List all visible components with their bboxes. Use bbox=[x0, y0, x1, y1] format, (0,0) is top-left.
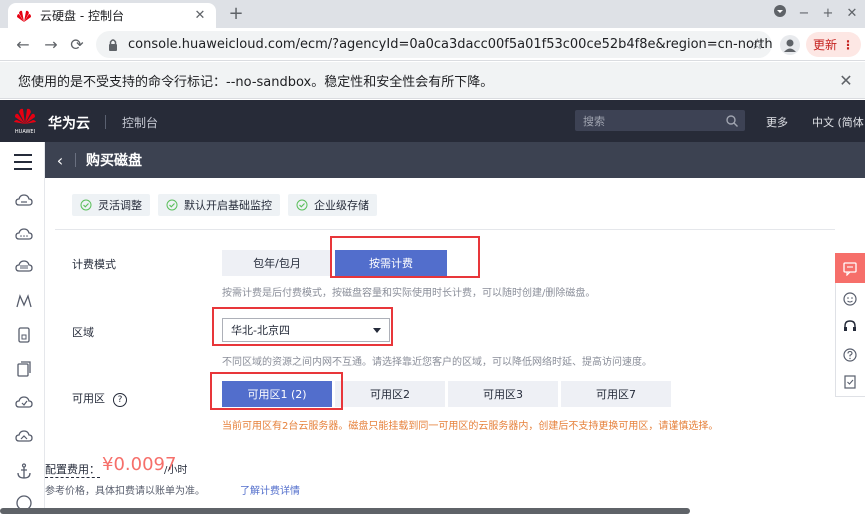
address-bar[interactable]: console.huaweicloud.com/ecm/?agencyId=0a… bbox=[96, 31, 772, 58]
service-sidebar bbox=[0, 142, 45, 514]
close-window-icon[interactable]: ✕ bbox=[842, 4, 862, 24]
huawei-logo-icon bbox=[17, 10, 31, 22]
infobar-message: 您使用的是不受支持的命令行标记：--no-sandbox。稳定性和安全性会有所下… bbox=[18, 74, 494, 90]
title-divider bbox=[75, 153, 76, 167]
cloud-security-icon[interactable] bbox=[15, 394, 33, 412]
feature-tags: 灵活调整 默认开启基础监控 企业级存储 bbox=[72, 194, 377, 216]
header-search-input[interactable]: 搜索 bbox=[575, 110, 745, 131]
edit-note-icon[interactable] bbox=[842, 374, 858, 390]
cloud-storage-icon[interactable] bbox=[15, 226, 33, 244]
infobar-close-icon[interactable]: ✕ bbox=[837, 72, 855, 90]
chat-icon[interactable] bbox=[842, 260, 858, 276]
more-menu[interactable]: 更多 bbox=[766, 114, 788, 130]
browser-toolbar: ← → ⟳ console.huaweicloud.com/ecm/?agenc… bbox=[0, 28, 865, 61]
billing-mode-label: 计费模式 bbox=[72, 258, 116, 271]
anchor-icon[interactable] bbox=[15, 462, 33, 480]
brand-name[interactable]: 华为云 bbox=[48, 113, 90, 133]
billing-option-yearly[interactable]: 包年/包月 bbox=[222, 250, 332, 276]
update-label: 更新 bbox=[812, 38, 837, 52]
huawei-brand-logo[interactable]: HUAWEI bbox=[12, 106, 38, 136]
feature-label: 默认开启基础监控 bbox=[184, 199, 272, 212]
check-circle-icon bbox=[80, 199, 92, 211]
headset-icon[interactable] bbox=[842, 319, 858, 335]
check-circle-icon bbox=[166, 199, 178, 211]
tab-title: 云硬盘 - 控制台 bbox=[40, 9, 124, 23]
lock-icon bbox=[109, 38, 117, 51]
help-icon[interactable]: ? bbox=[113, 393, 127, 407]
browser-tab[interactable]: 云硬盘 - 控制台 ✕ bbox=[8, 3, 216, 28]
forward-arrow-icon[interactable]: → bbox=[40, 34, 62, 56]
back-arrow-icon[interactable]: ← bbox=[12, 34, 34, 56]
feature-tag: 默认开启基础监控 bbox=[158, 194, 280, 216]
highlight-box-region bbox=[212, 307, 393, 346]
feature-label: 企业级存储 bbox=[314, 199, 369, 212]
smiley-icon[interactable] bbox=[842, 291, 858, 307]
account-avatar-icon[interactable] bbox=[780, 35, 800, 55]
region-hint: 不同区域的资源之间内网不互通。请选择靠近您客户的区域，可以降低网络时延、提高访问… bbox=[222, 357, 652, 368]
warning-infobar: 您使用的是不受支持的命令行标记：--no-sandbox。稳定性和安全性会有所下… bbox=[0, 62, 865, 99]
az-option-2[interactable]: 可用区2 bbox=[335, 381, 445, 407]
maximize-icon[interactable]: + bbox=[818, 4, 838, 24]
more-vertical-icon: ⋮ bbox=[842, 37, 854, 52]
analytics-icon[interactable] bbox=[15, 292, 33, 310]
region-label: 区域 bbox=[72, 326, 94, 339]
search-placeholder: 搜索 bbox=[583, 114, 605, 128]
feature-tag: 灵活调整 bbox=[72, 194, 150, 216]
console-link[interactable]: 控制台 bbox=[122, 114, 158, 131]
feature-label: 灵活调整 bbox=[98, 199, 142, 212]
horizontal-scrollbar[interactable] bbox=[0, 508, 690, 514]
close-tab-icon[interactable]: ✕ bbox=[192, 8, 208, 23]
page-title: 购买磁盘 bbox=[86, 153, 142, 169]
az-label: 可用区? bbox=[72, 390, 127, 407]
az-warning: 当前可用区有2台云服务器。磁盘只能挂载到同一可用区的云服务器内，创建后不支持更换… bbox=[222, 421, 719, 432]
header-divider bbox=[105, 115, 106, 129]
fee-unit: /小时 bbox=[164, 465, 188, 476]
svg-text:HUAWEI: HUAWEI bbox=[15, 129, 35, 135]
hamburger-menu-icon[interactable] bbox=[14, 154, 32, 170]
disk-icon[interactable] bbox=[15, 326, 33, 344]
billing-details-link[interactable]: 了解计费详情 bbox=[240, 482, 300, 497]
language-menu[interactable]: 中文 (简体 bbox=[812, 114, 864, 130]
search-icon[interactable] bbox=[725, 114, 739, 128]
new-tab-icon[interactable]: + bbox=[226, 4, 246, 24]
highlight-box-billing bbox=[330, 236, 480, 278]
page-title-bar: ‹ 购买磁盘 bbox=[45, 142, 865, 178]
cloud-server-icon[interactable] bbox=[15, 192, 33, 210]
reload-icon[interactable]: ⟳ bbox=[66, 34, 88, 56]
cloud-network-icon[interactable] bbox=[15, 258, 33, 276]
help-circle-icon[interactable] bbox=[842, 347, 858, 363]
feature-tag: 企业级存储 bbox=[288, 194, 377, 216]
url-text: console.huaweicloud.com/ecm/?agencyId=0a… bbox=[128, 37, 772, 52]
backup-icon[interactable] bbox=[15, 360, 33, 378]
reference-price-note: 参考价格，具体扣费请以账单为准。 bbox=[45, 486, 205, 497]
cloud-monitor-icon[interactable] bbox=[15, 428, 33, 446]
bookmark-star-icon[interactable]: ☆ bbox=[751, 35, 764, 53]
az-label-text: 可用区 bbox=[72, 392, 105, 405]
az-option-7[interactable]: 可用区7 bbox=[561, 381, 671, 407]
highlight-box-az bbox=[210, 372, 343, 410]
profile-menu-icon[interactable] bbox=[770, 4, 790, 24]
az-option-3[interactable]: 可用区3 bbox=[448, 381, 558, 407]
section-divider bbox=[55, 229, 835, 230]
update-button[interactable]: 更新 ⋮ bbox=[806, 32, 861, 57]
fee-label: 配置费用： bbox=[45, 463, 100, 478]
billing-hint: 按需计费是后付费模式，按磁盘容量和实际使用时长计费，可以随时创建/删除磁盘。 bbox=[222, 288, 596, 299]
back-chevron-icon[interactable]: ‹ bbox=[49, 151, 71, 170]
check-circle-icon bbox=[296, 199, 308, 211]
minimize-icon[interactable]: − bbox=[794, 4, 814, 24]
browser-tab-bar: 云硬盘 - 控制台 ✕ + − + ✕ bbox=[0, 0, 865, 28]
